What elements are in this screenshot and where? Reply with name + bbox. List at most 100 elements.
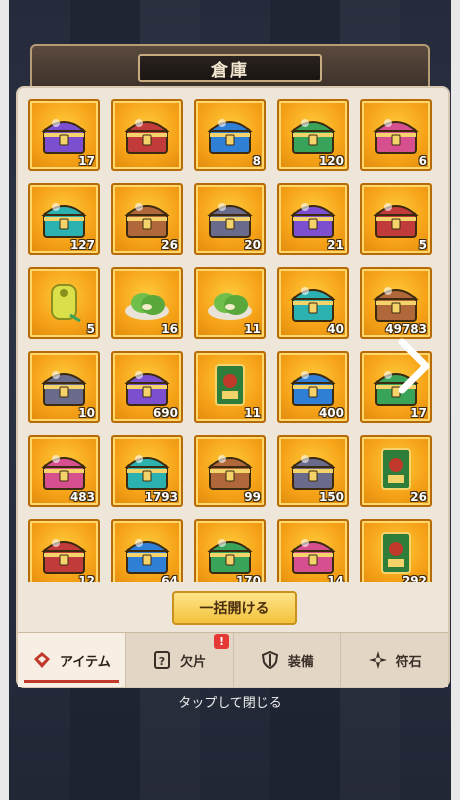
tab-items[interactable]: アイテム [18, 633, 126, 687]
red-gem-chest-icon [41, 539, 87, 574]
item-slot[interactable]: 26 [111, 183, 183, 255]
open-all-button[interactable]: 一括開ける [172, 591, 297, 625]
tab-equipment[interactable]: 装備 [234, 633, 342, 687]
green-slime-chest-icon [290, 119, 336, 154]
item-count: 26 [161, 238, 178, 252]
tab-label: アイテム [60, 654, 111, 670]
dark-green-chest-icon [207, 203, 253, 238]
item-slot[interactable] [111, 99, 183, 171]
rune-icon [368, 651, 387, 669]
tab-label: 装備 [287, 654, 314, 670]
green-rice-cake-icon [125, 293, 169, 320]
right-edge [451, 0, 460, 800]
item-slot[interactable]: 120 [277, 99, 349, 171]
green-rice-cake-dark-icon [208, 293, 252, 320]
item-slot[interactable]: 483 [28, 435, 100, 507]
tab-label: 欠片 [180, 654, 207, 670]
item-count: 20 [244, 238, 261, 252]
item-slot[interactable]: 20 [194, 183, 266, 255]
item-slot[interactable]: 26 [360, 435, 432, 507]
item-slot[interactable]: 12 [28, 519, 100, 582]
item-slot[interactable]: 292 [360, 519, 432, 582]
item-count: 1793 [144, 490, 178, 504]
item-slot[interactable]: 5 [360, 183, 432, 255]
item-slot[interactable]: 11 [194, 267, 266, 339]
item-slot[interactable]: 5 [28, 267, 100, 339]
inventory-tabs: アイテム ? 欠片 装備 符石 [18, 632, 448, 687]
gold-emblem-chest-icon [290, 455, 336, 490]
blue-metal-chest-icon [124, 203, 170, 238]
red-crystal-chest-icon [124, 539, 170, 574]
left-edge [0, 0, 9, 800]
item-count: 690 [152, 406, 178, 420]
item-slot[interactable]: 21 [277, 183, 349, 255]
item-count: 11 [244, 322, 261, 336]
item-count: 5 [418, 238, 427, 252]
silver-blue-chest-icon [373, 203, 419, 238]
item-slot[interactable]: 11 [194, 351, 266, 423]
purple-crown-chest-icon [207, 119, 253, 154]
purple-crystal-chest-icon [207, 539, 253, 574]
item-count: 17 [78, 154, 95, 168]
item-count: 120 [318, 154, 344, 168]
gold-tool-chest-icon [290, 203, 336, 238]
red-pouch-gems-icon [124, 119, 170, 154]
item-slot[interactable]: 49783 [360, 267, 432, 339]
item-slot[interactable]: 8 [194, 99, 266, 171]
rainbow-gem-chest-icon [207, 455, 253, 490]
item-slot[interactable]: 40 [277, 267, 349, 339]
gem-chest-icon [41, 371, 87, 406]
item-count: 400 [318, 406, 344, 420]
item-count: 6 [418, 154, 427, 168]
item-count: 10 [78, 406, 95, 420]
item-slot[interactable]: 6 [360, 99, 432, 171]
item-slot[interactable]: 1793 [111, 435, 183, 507]
silver-chest-icon [290, 371, 336, 406]
item-count: 26 [410, 490, 427, 504]
item-slot[interactable]: 10 [28, 351, 100, 423]
item-slot[interactable]: 400 [277, 351, 349, 423]
firecracker-icon [51, 284, 81, 323]
item-count: 40 [327, 322, 344, 336]
purple-badge-chest-icon [373, 287, 419, 322]
item-count: 11 [244, 406, 261, 420]
hero-card-icon [215, 364, 245, 406]
red-mystery-chest-icon [373, 119, 419, 154]
pink-gem-chest-icon [124, 455, 170, 490]
item-slot[interactable]: 17 [28, 99, 100, 171]
item-count: 21 [327, 238, 344, 252]
close-hint[interactable]: タップして閉じる [0, 692, 460, 711]
item-count: 8 [252, 154, 261, 168]
blue-crystal-chest-icon [290, 539, 336, 574]
red-mystery-box-icon [41, 203, 87, 238]
item-slot[interactable]: 127 [28, 183, 100, 255]
green-emblem-chest-icon [290, 287, 336, 322]
item-count: 127 [69, 238, 95, 252]
item-slot[interactable]: 150 [277, 435, 349, 507]
item-slot[interactable]: 690 [111, 351, 183, 423]
item-slot[interactable]: 99 [194, 435, 266, 507]
item-slot[interactable]: 16 [111, 267, 183, 339]
fragment-tab-icon: ? [154, 651, 171, 669]
item-count: 49783 [385, 322, 427, 336]
blue-gem-trophy-icon [41, 119, 87, 154]
item-slot[interactable]: 64 [111, 519, 183, 582]
item-count: 150 [318, 490, 344, 504]
gold-ornate-chest-icon [41, 455, 87, 490]
next-page-arrow-icon[interactable] [396, 338, 432, 394]
tab-runes[interactable]: 符石 [341, 633, 448, 687]
item-grid[interactable]: 17 8 120 6 127 26 20 21 5 5 16 11 40 497… [28, 99, 438, 582]
item-count: 16 [161, 322, 178, 336]
item-count: 99 [244, 490, 261, 504]
item-count: 292 [401, 574, 427, 582]
item-slot[interactable]: 170 [194, 519, 266, 582]
item-count: 5 [86, 322, 95, 336]
dialog-title: 倉庫 [138, 54, 322, 82]
svg-text:?: ? [159, 655, 165, 668]
item-tab-icon [34, 652, 51, 668]
item-count: 12 [78, 574, 95, 582]
item-slot[interactable]: 14 [277, 519, 349, 582]
hero-card-icon [381, 448, 411, 490]
card-pack-icon [381, 532, 411, 574]
tab-label: 符石 [395, 654, 422, 670]
